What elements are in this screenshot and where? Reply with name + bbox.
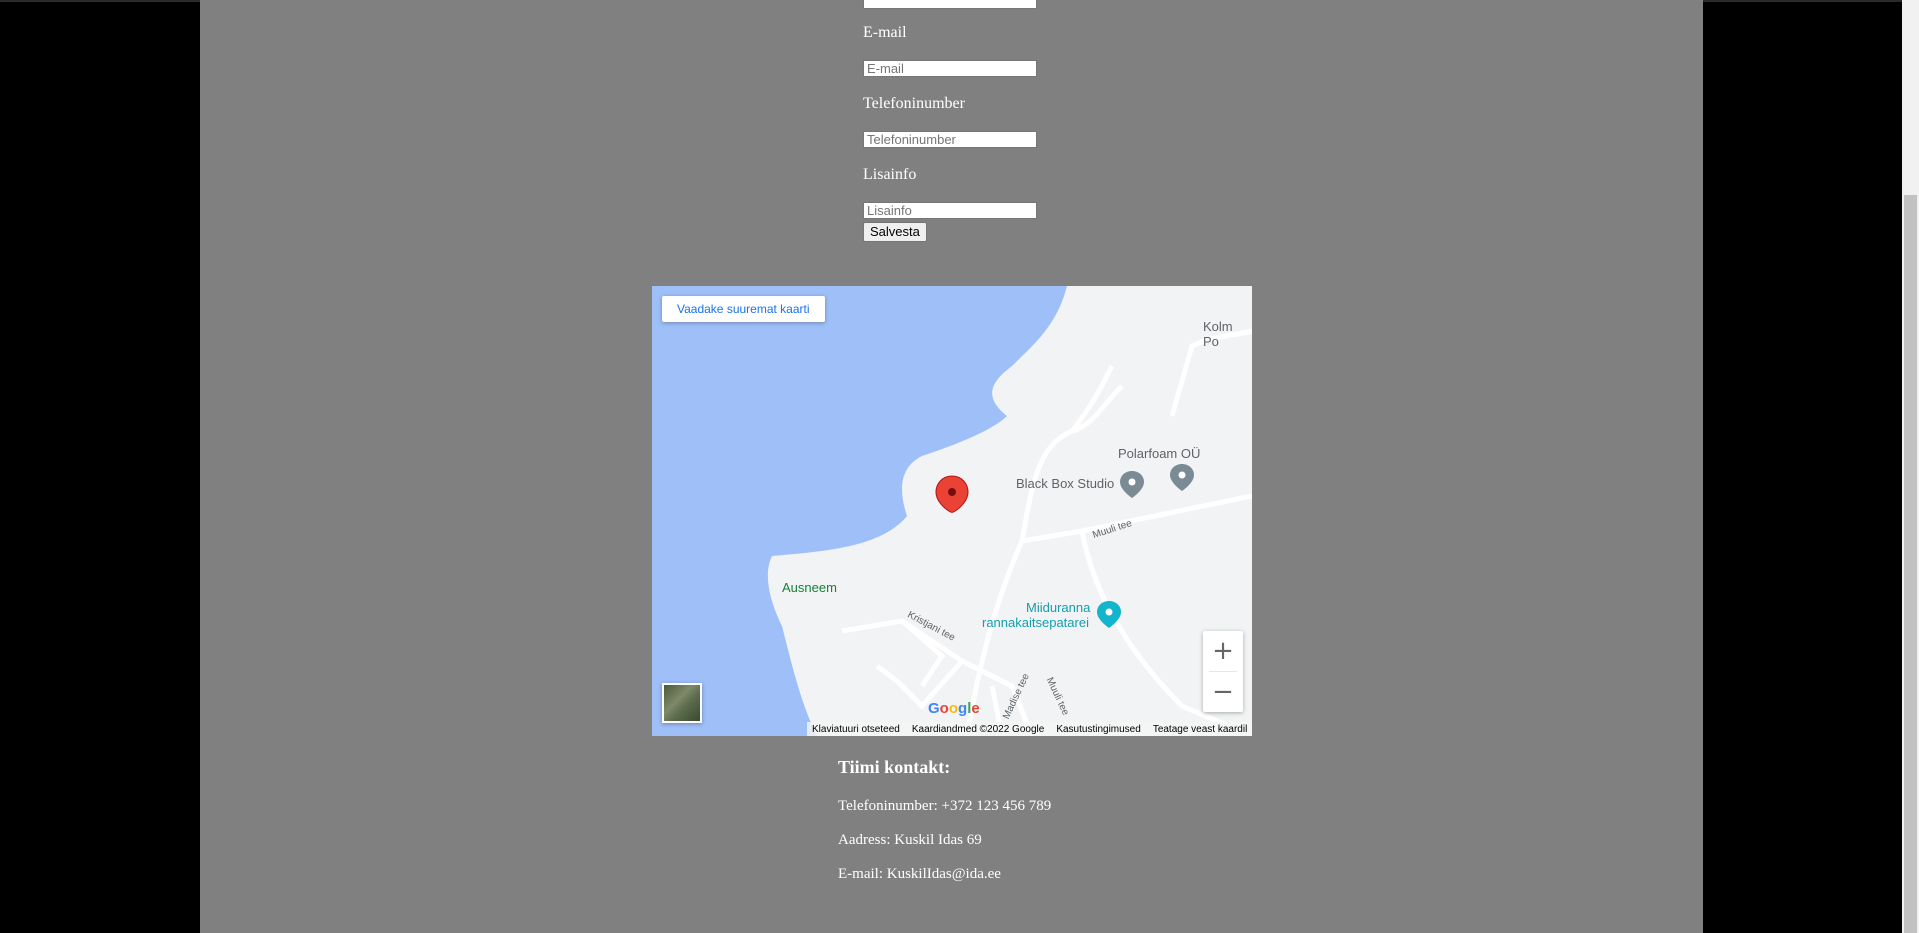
map-canvas[interactable] bbox=[652, 286, 1252, 736]
email-label: E-mail bbox=[863, 24, 907, 41]
email-input[interactable] bbox=[863, 60, 1037, 77]
satellite-toggle-button[interactable] bbox=[662, 683, 702, 723]
place-label[interactable]: Miiduranna bbox=[1026, 600, 1090, 615]
poi-marker-icon[interactable] bbox=[1170, 464, 1194, 491]
place-label[interactable]: Black Box Studio bbox=[1016, 476, 1114, 491]
name-input[interactable] bbox=[863, 0, 1037, 9]
phone-input[interactable] bbox=[863, 131, 1037, 148]
place-label[interactable]: rannakaitsepatarei bbox=[982, 615, 1089, 630]
scrollbar-thumb[interactable] bbox=[1904, 195, 1917, 933]
contact-address: Aadress: Kuskil Idas 69 bbox=[838, 832, 982, 848]
contact-phone: Telefoninumber: +372 123 456 789 bbox=[838, 798, 1052, 814]
zoom-control: + − bbox=[1203, 631, 1243, 712]
map-footer: Klaviatuuri otseteed Kaardiandmed ©2022 … bbox=[807, 722, 1252, 736]
info-label: Lisainfo bbox=[863, 166, 917, 183]
view-larger-map-link[interactable]: Vaadake suuremat kaarti bbox=[662, 296, 825, 322]
terms-link[interactable]: Kasutustingimused bbox=[1056, 724, 1141, 735]
info-input[interactable] bbox=[863, 202, 1037, 219]
water-area bbox=[652, 286, 1067, 736]
embedded-map[interactable]: Kolm Po Polarfoam OÜ Black Box Studio Au… bbox=[652, 286, 1252, 736]
google-logo: Google bbox=[928, 700, 980, 717]
team-contact-heading: Tiimi kontakt: bbox=[838, 757, 951, 777]
phone-label: Telefoninumber bbox=[863, 95, 965, 112]
zoom-out-button[interactable]: − bbox=[1203, 672, 1243, 712]
report-error-link[interactable]: Teatage veast kaardil bbox=[1153, 724, 1248, 735]
contact-email: E-mail: KuskilIdas@ida.ee bbox=[838, 866, 1001, 882]
keyboard-shortcuts-link[interactable]: Klaviatuuri otseteed bbox=[812, 724, 900, 735]
place-label[interactable]: Polarfoam OÜ bbox=[1118, 446, 1200, 461]
poi-marker-icon[interactable] bbox=[1120, 471, 1144, 498]
location-pin-icon[interactable] bbox=[935, 475, 969, 513]
place-label[interactable]: Ausneem bbox=[782, 580, 837, 595]
map-data-attribution: Kaardiandmed ©2022 Google bbox=[911, 723, 1045, 735]
zoom-in-button[interactable]: + bbox=[1203, 631, 1243, 671]
save-button[interactable]: Salvesta bbox=[863, 222, 927, 242]
place-label[interactable]: Kolm Po bbox=[1203, 319, 1252, 349]
